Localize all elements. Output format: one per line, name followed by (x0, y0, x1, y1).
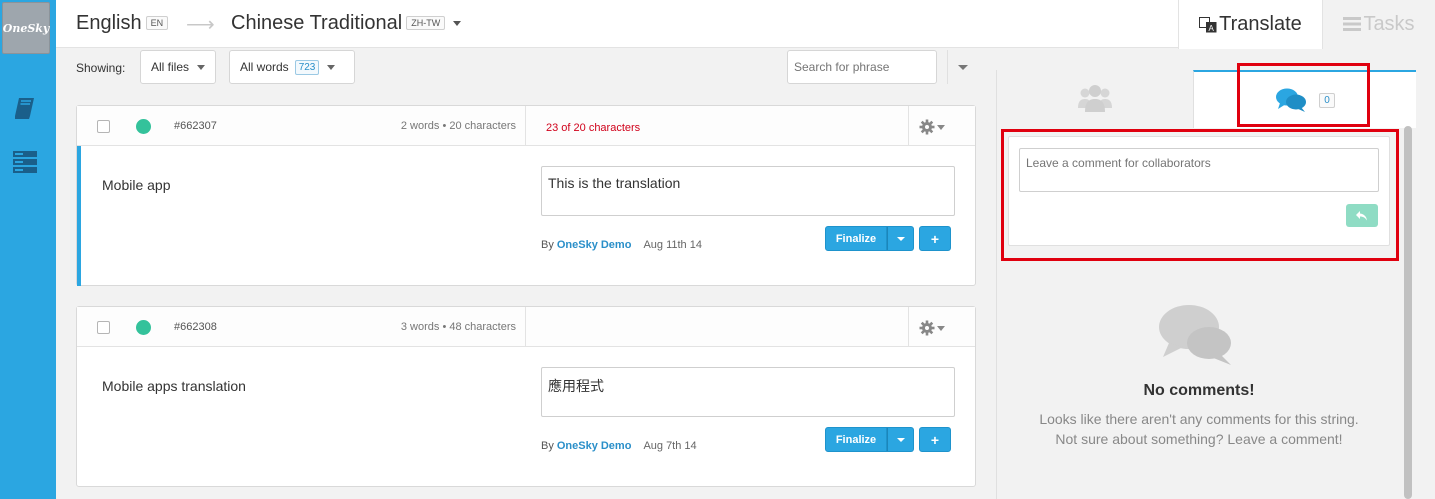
finalize-button[interactable]: Finalize (825, 427, 887, 452)
string-card: #662308 3 words • 48 characters Mobile a… (76, 306, 976, 487)
string-checkbox[interactable] (97, 321, 110, 334)
comments-body: No comments! Looks like there aren't any… (997, 128, 1407, 499)
svg-text:A: A (1209, 24, 1215, 33)
add-translation-button[interactable]: + (919, 427, 951, 452)
comments-panel: 0 No comments! Looks like there aren't a… (996, 70, 1416, 499)
files-dropdown[interactable]: All files (140, 50, 216, 84)
add-translation-button[interactable]: + (919, 226, 951, 251)
gear-icon[interactable] (919, 320, 935, 336)
comments-empty-icon (1159, 305, 1231, 365)
status-dot (136, 320, 151, 335)
arrow-right-icon: ⟶ (186, 14, 215, 36)
language-header: English EN ⟶ Chinese Traditional ZH-TW (56, 0, 1178, 48)
gear-icon[interactable] (919, 119, 935, 135)
translation-byline: By OneSky Demo Aug 11th 14 (541, 239, 702, 251)
finalize-options-button[interactable] (887, 427, 914, 452)
author-link[interactable]: OneSky Demo (557, 239, 632, 251)
reply-icon (1356, 210, 1367, 220)
comment-composer (1008, 136, 1390, 246)
left-sidebar: OneSky (0, 0, 56, 499)
tab-translate[interactable]: A Translate (1178, 0, 1323, 49)
tasks-icon (1343, 17, 1362, 31)
source-language-name: English (76, 12, 142, 34)
filter-bar: Showing: All files All words 723 (76, 50, 976, 84)
empty-state-text: Looks like there aren't any comments for… (1039, 411, 1359, 447)
reply-button[interactable] (1346, 204, 1378, 227)
header-divider (908, 307, 909, 347)
translation-date: Aug 11th 14 (643, 239, 702, 251)
tab-tasks[interactable]: Tasks (1323, 0, 1435, 48)
finalize-options-button[interactable] (887, 226, 914, 251)
tab-tasks-label: Tasks (1363, 12, 1415, 35)
by-label: By (541, 440, 554, 452)
view-tabs: A Translate Tasks (1178, 0, 1435, 49)
panel-scrollbar[interactable] (1404, 126, 1412, 499)
author-link[interactable]: OneSky Demo (557, 440, 632, 452)
character-warning: 23 of 20 characters (546, 122, 641, 134)
translate-icon: A (1199, 16, 1217, 33)
header-divider (908, 106, 909, 146)
search-divider (947, 50, 948, 84)
string-id: #662308 (174, 321, 217, 333)
string-checkbox[interactable] (97, 120, 110, 133)
search-input[interactable] (787, 50, 937, 84)
comment-input[interactable] (1019, 148, 1379, 192)
active-indicator (77, 146, 81, 286)
source-string: Mobile app (102, 177, 171, 193)
chevron-down-icon (197, 64, 205, 70)
string-meta: 2 words • 20 characters (400, 120, 516, 132)
words-dropdown[interactable]: All words 723 (229, 50, 355, 84)
server-icon[interactable] (12, 150, 38, 174)
tab-comments[interactable]: 0 (1193, 70, 1416, 128)
chevron-down-icon[interactable] (937, 326, 945, 331)
onesky-logo[interactable]: OneSky (2, 2, 50, 54)
comments-icon (1276, 88, 1307, 112)
search-options-dropdown[interactable] (958, 65, 968, 70)
source-string: Mobile apps translation (102, 378, 246, 394)
translation-byline: By OneSky Demo Aug 7th 14 (541, 440, 697, 452)
target-language-name: Chinese Traditional (231, 12, 403, 34)
comment-count-badge: 0 (1319, 92, 1335, 108)
chevron-down-icon (327, 64, 336, 70)
chevron-down-icon (453, 21, 462, 26)
string-id: #662307 (174, 120, 217, 132)
chevron-down-icon[interactable] (937, 125, 945, 130)
tab-collaborators[interactable] (997, 70, 1193, 126)
files-dropdown-label: All files (151, 60, 190, 74)
words-dropdown-label: All words (240, 60, 289, 74)
string-meta: 3 words • 48 characters (400, 321, 516, 333)
string-card-header: #662307 2 words • 20 characters 23 of 20… (77, 106, 975, 146)
chevron-down-icon (896, 437, 905, 442)
empty-state-title: No comments! (1143, 382, 1255, 399)
translation-field[interactable]: 應用程式 (541, 367, 955, 417)
header-divider (525, 106, 526, 146)
chevron-down-icon (896, 236, 905, 241)
by-label: By (541, 239, 554, 251)
translation-date: Aug 7th 14 (643, 440, 697, 452)
users-icon (1078, 85, 1112, 112)
translation-field[interactable]: This is the translation (541, 166, 955, 216)
string-card-header: #662308 3 words • 48 characters (77, 307, 975, 347)
target-language-code: ZH-TW (406, 16, 446, 30)
source-language-code: EN (145, 16, 169, 30)
source-language: English EN (76, 12, 169, 35)
book-icon[interactable] (12, 96, 38, 120)
words-count-badge: 723 (294, 59, 320, 75)
string-card: #662307 2 words • 20 characters 23 of 20… (76, 105, 976, 286)
status-dot (136, 119, 151, 134)
tab-translate-label: Translate (1219, 13, 1302, 35)
header-divider (525, 307, 526, 347)
target-language-selector[interactable]: Chinese Traditional ZH-TW (231, 12, 462, 35)
finalize-button[interactable]: Finalize (825, 226, 887, 251)
showing-label: Showing: (76, 61, 126, 75)
